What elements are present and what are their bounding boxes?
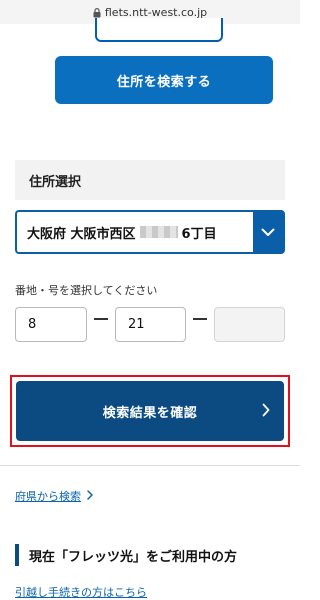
search-from-prefecture-label: 府県から検索 (15, 490, 81, 503)
confirm-results-label: 検索結果を確認 (102, 405, 198, 421)
previous-input-field[interactable] (95, 18, 223, 42)
lot-number-hint: 番地・号を選択してください (15, 284, 158, 297)
address-select-value: 大阪府 大阪市西区 6丁目 (27, 212, 243, 252)
search-address-button[interactable]: 住所を検索する (55, 56, 273, 104)
dash-separator (193, 318, 207, 320)
lot-number-field-2[interactable]: 21 (115, 307, 186, 342)
address-selection-title: 住所選択 (29, 174, 82, 190)
address-select[interactable]: 大阪府 大阪市西区 6丁目 (15, 210, 285, 254)
lock-icon (93, 7, 101, 17)
search-from-prefecture-link[interactable]: 府県から検索 (15, 488, 93, 504)
moving-procedure-link[interactable]: 引越し手続きの方はこちら (15, 584, 147, 600)
lot-number-value-1: 8 (28, 317, 37, 332)
chevron-down-icon[interactable] (253, 212, 283, 252)
lot-number-field-1[interactable]: 8 (15, 307, 87, 342)
divider (0, 465, 300, 466)
lot-number-value-2: 21 (128, 317, 145, 332)
address-selection-heading: 住所選択 (15, 160, 285, 200)
dash-separator (94, 318, 108, 320)
confirm-results-button[interactable]: 検索結果を確認 (16, 381, 284, 441)
search-address-label: 住所を検索する (116, 74, 212, 90)
current-users-title: 現在「フレッツ光」をご利用中の方 (29, 549, 238, 565)
url-text: flets.ntt-west.co.jp (104, 5, 208, 19)
chevron-right-icon (262, 403, 270, 421)
current-users-heading: 現在「フレッツ光」をご利用中の方 (15, 544, 237, 566)
address-suffix: 6丁目 (181, 226, 217, 242)
address-prefix: 大阪府 大阪市西区 (27, 226, 136, 242)
chevron-right-icon (87, 489, 93, 503)
masked-address-part (139, 226, 178, 238)
lot-number-field-3[interactable] (214, 307, 285, 342)
